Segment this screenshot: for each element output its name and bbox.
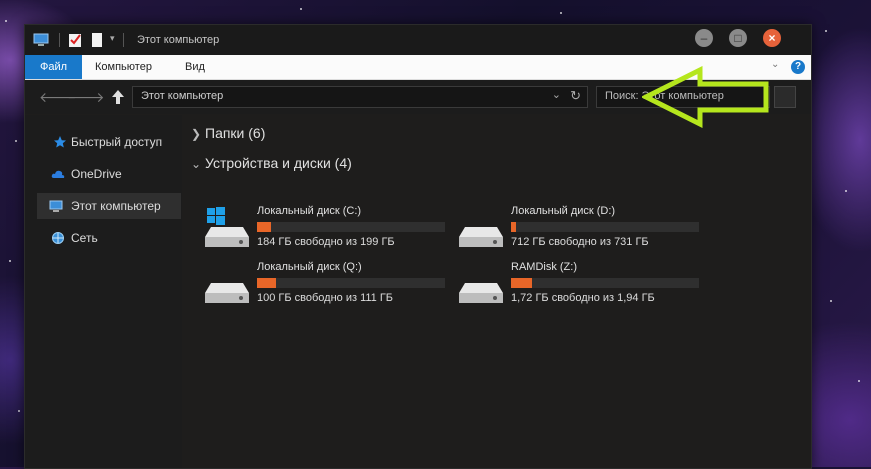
background-star (5, 20, 7, 22)
chevron-down-icon: ⌄ (191, 157, 202, 171)
background-star (9, 260, 11, 262)
content-pane: ❯ Папки (6) ⌄ Устройства и диски (4) Локал… (183, 115, 811, 468)
close-button[interactable]: × (763, 29, 781, 47)
background-star (15, 140, 17, 142)
address-path: Этот компьютер (141, 90, 224, 102)
up-button[interactable] (111, 89, 125, 105)
background-star (845, 190, 847, 192)
drive-usage-fill (257, 278, 276, 288)
group-devices-label: Устройства и диски (4) (205, 155, 352, 171)
background-star (300, 8, 302, 10)
chevron-right-icon: ❯ (191, 127, 202, 141)
navigation-pane: Быстрый доступ OneDrive Этот компьютер С… (25, 115, 182, 468)
hard-drive-icon (205, 283, 249, 303)
drive-name: Локальный диск (C:) (257, 205, 362, 217)
drive-usage-bar (511, 278, 699, 288)
tab-file[interactable]: Файл (25, 55, 82, 79)
windows-logo-icon (207, 207, 225, 225)
window-title: Этот компьютер (137, 34, 220, 46)
drive-usage-fill (511, 222, 516, 232)
address-bar[interactable]: Этот компьютер ⌄ ↻ (132, 86, 588, 108)
computer-icon[interactable] (33, 32, 49, 48)
sidebar-item-label: Этот компьютер (71, 199, 161, 213)
group-folders[interactable]: ❯ Папки (6) (191, 125, 265, 141)
drive-free-space: 712 ГБ свободно из 731 ГБ (511, 236, 649, 248)
drive-free-space: 1,72 ГБ свободно из 1,94 ГБ (511, 292, 655, 304)
drive-usage-bar (257, 222, 445, 232)
sidebar-item-this-pc[interactable]: Этот компьютер (37, 193, 181, 219)
network-icon (52, 232, 64, 244)
title-separator (123, 33, 124, 47)
sidebar-item-label: OneDrive (71, 167, 122, 181)
title-bar: ▾ Этот компьютер – □ × (25, 25, 811, 55)
sidebar-item-network[interactable]: Сеть (45, 225, 181, 251)
hard-drive-icon (459, 283, 503, 303)
drive-name: Локальный диск (D:) (511, 205, 616, 217)
drive-item-z[interactable]: RAMDisk (Z:) 1,72 ГБ свободно из 1,94 ГБ (459, 261, 709, 311)
quick-access-dropdown-icon[interactable]: ▾ (110, 33, 115, 44)
title-separator (59, 33, 60, 47)
expand-ribbon-icon[interactable]: ⌄ (771, 59, 779, 70)
drive-usage-bar (511, 222, 699, 232)
drive-free-space: 100 ГБ свободно из 111 ГБ (257, 292, 394, 304)
drive-item-c[interactable]: Локальный диск (C:) 184 ГБ свободно из 1… (205, 205, 455, 255)
properties-icon[interactable] (67, 32, 83, 48)
sidebar-item-onedrive[interactable]: OneDrive (45, 161, 181, 187)
maximize-button[interactable]: □ (729, 29, 747, 47)
tab-view[interactable]: Вид (185, 55, 205, 79)
help-button[interactable]: ? (791, 60, 805, 74)
drive-name: RAMDisk (Z:) (511, 261, 577, 273)
group-folders-label: Папки (6) (205, 125, 266, 141)
search-button[interactable] (774, 86, 796, 108)
sidebar-item-quick-access[interactable]: Быстрый доступ (45, 129, 181, 155)
group-devices[interactable]: ⌄ Устройства и диски (4) (191, 155, 352, 171)
address-dropdown-icon[interactable]: ⌄ (552, 88, 561, 101)
sidebar-item-label: Быстрый доступ (71, 135, 163, 149)
annotation-arrow-icon (642, 66, 769, 128)
background-star (18, 410, 20, 412)
star-icon (54, 136, 66, 148)
background-star (560, 12, 562, 14)
background-star (858, 380, 860, 382)
minimize-button[interactable]: – (695, 29, 713, 47)
computer-icon (49, 200, 63, 212)
drive-usage-fill (511, 278, 532, 288)
forward-button[interactable]: 🡒 (67, 89, 105, 106)
drive-free-space: 184 ГБ свободно из 199 ГБ (257, 236, 395, 248)
hard-drive-icon (459, 227, 503, 247)
refresh-icon[interactable]: ↻ (570, 88, 581, 104)
background-star (825, 30, 827, 32)
new-folder-icon[interactable] (89, 32, 105, 48)
drive-name: Локальный диск (Q:) (257, 261, 362, 273)
drive-item-d[interactable]: Локальный диск (D:) 712 ГБ свободно из 7… (459, 205, 709, 255)
tab-computer[interactable]: Компьютер (95, 55, 152, 79)
cloud-icon (51, 170, 65, 178)
drive-item-q[interactable]: Локальный диск (Q:) 100 ГБ свободно из 1… (205, 261, 455, 311)
drive-usage-bar (257, 278, 445, 288)
drive-usage-fill (257, 222, 271, 232)
hard-drive-icon (205, 227, 249, 247)
sidebar-item-label: Сеть (71, 231, 98, 245)
background-star (830, 300, 832, 302)
